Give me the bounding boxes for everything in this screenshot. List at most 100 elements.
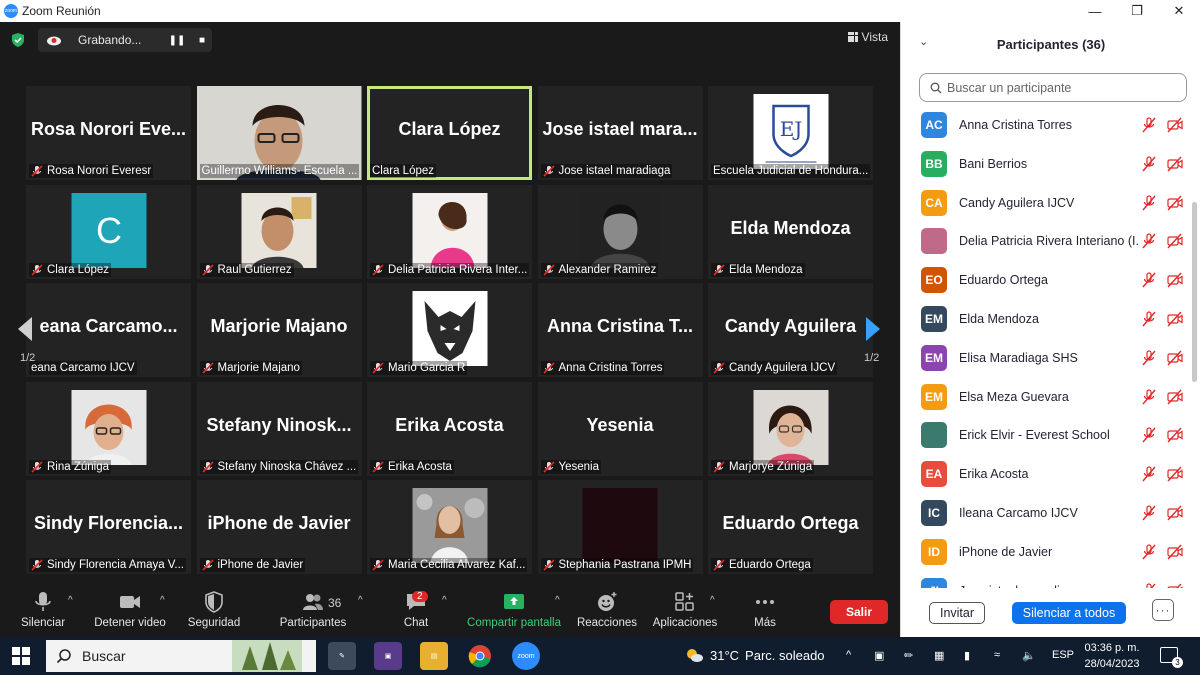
taskbar-search-box[interactable]: Buscar [46,640,316,672]
participant-video-tile[interactable]: Maria Cecilia Alvarez Kaf... [367,480,532,574]
participant-list-item[interactable]: BB Bani Berrios [921,149,1189,179]
participant-video-tile[interactable]: Delia Patricia Rivera Inter... [367,184,532,279]
participant-list-item[interactable]: EM Elsa Meza Guevara [921,382,1189,412]
tray-expand-icon[interactable]: ^ [846,649,851,661]
audio-options-caret-icon[interactable]: ^ [68,595,73,606]
participant-video-tile[interactable]: Rina Zúniga [26,381,191,476]
view-button[interactable]: Vista [847,30,888,44]
muted-mic-icon[interactable] [1141,582,1157,588]
muted-mic-icon[interactable] [1141,233,1157,249]
video-off-icon[interactable] [1167,272,1183,288]
share-screen-button[interactable]: Compartir pantalla [464,591,564,635]
video-off-icon[interactable] [1167,505,1183,521]
video-off-icon[interactable] [1167,117,1183,133]
participant-video-tile[interactable]: Anna Cristina T... Anna Cristina Torres [537,283,703,377]
muted-mic-icon[interactable] [1141,194,1157,211]
windows-start-icon[interactable] [12,647,30,665]
participant-list-scrollbar[interactable] [1192,202,1197,382]
video-off-icon[interactable] [1167,195,1183,211]
participant-video-tile[interactable]: EJ Escuela Judicial de Hondura... [708,86,873,180]
participant-video-tile[interactable]: iPhone de Javier iPhone de Javier [196,480,362,574]
chat-button[interactable]: 2 Chat [398,591,434,635]
participant-video-tile[interactable]: Clara López Clara López [367,86,532,180]
mute-all-button[interactable]: Silenciar a todos [1012,602,1126,624]
participant-video-tile[interactable]: Sindy Florencia... Sindy Florencia Amaya … [26,480,191,574]
muted-mic-icon[interactable] [1141,311,1157,327]
participant-video-tile[interactable]: Marjorye Zúniga [708,381,873,476]
muted-mic-icon[interactable] [1141,427,1157,443]
participant-video-tile[interactable]: eana Carcamo... eana Carcamo IJCV [26,283,191,377]
video-off-icon[interactable] [1167,233,1183,249]
participant-list-item[interactable]: Erick Elvir - Everest School [921,420,1189,450]
leave-meeting-button[interactable]: Salir [830,600,888,624]
participant-list-item[interactable]: JI Jose istael maradiaga [921,576,1189,588]
stop-video-button[interactable]: Detener video [92,591,168,635]
taskbar-app-zoom-icon[interactable]: zoom [512,642,540,670]
tray-wifi-icon[interactable]: ≈ [994,649,1000,661]
muted-mic-icon[interactable] [1141,272,1157,288]
more-button[interactable]: Más [750,591,780,635]
taskbar-app-file-explorer-icon[interactable]: ▤ [420,642,448,670]
participant-list-item[interactable]: EA Erika Acosta [921,459,1189,489]
participant-list-item[interactable]: EO Eduardo Ortega [921,265,1189,295]
muted-mic-icon[interactable] [1141,466,1157,482]
participant-video-tile[interactable]: Raul Gutierrez [196,184,362,279]
participant-video-tile[interactable]: Mario Garcia R [367,283,532,377]
video-off-icon[interactable] [1167,389,1183,405]
close-icon[interactable]: ✕ [1158,0,1200,22]
muted-mic-icon[interactable] [1141,544,1157,560]
taskbar-clock[interactable]: 03:36 p. m. 28/04/2023 [1082,640,1142,672]
video-options-caret-icon[interactable]: ^ [160,595,165,606]
participant-video-tile[interactable]: C Clara López [26,184,191,279]
participant-list-item[interactable]: IC Ileana Carcamo IJCV [921,498,1189,528]
maximize-icon[interactable]: ❐ [1116,0,1158,22]
video-off-icon[interactable] [1167,466,1183,482]
muted-mic-icon[interactable] [1141,350,1157,366]
video-off-icon[interactable] [1167,350,1183,366]
video-off-icon[interactable] [1167,427,1183,443]
video-off-icon[interactable] [1167,156,1183,172]
chat-caret-icon[interactable]: ^ [442,595,447,606]
share-caret-icon[interactable]: ^ [555,595,560,606]
invite-button[interactable]: Invitar [929,602,985,624]
participant-video-tile[interactable]: Elda Mendoza Elda Mendoza [708,184,873,279]
participant-video-tile[interactable]: Guillermo Williams- Escuela ... [196,86,362,180]
taskbar-app-chrome-icon[interactable] [466,642,494,670]
video-off-icon[interactable] [1167,583,1183,588]
participant-video-tile[interactable]: Jose istael mara... Jose istael maradiaga [537,86,703,180]
participants-caret-icon[interactable]: ^ [358,595,363,606]
participant-video-tile[interactable]: Stefany Ninosk... Stefany Ninoska Chávez … [196,381,362,476]
participant-list-item[interactable]: EM Elda Mendoza [921,304,1189,334]
minimize-icon[interactable]: — [1074,0,1116,22]
muted-mic-icon[interactable] [1141,156,1157,172]
participant-list-item[interactable]: EM Elisa Maradiaga SHS [921,343,1189,373]
stop-recording-button[interactable]: ■ [193,31,211,49]
mute-button[interactable]: Silenciar [20,591,66,635]
tray-volume-icon[interactable]: 🔈 [1022,649,1036,662]
notifications-icon[interactable]: 3 [1160,647,1183,668]
taskbar-weather[interactable]: 31°C Parc. soleado [684,647,825,663]
participant-video-tile[interactable]: Stephania Pastrana IPMH [537,480,703,574]
tray-camera-icon[interactable]: ▣ [874,649,884,662]
muted-mic-icon[interactable] [1141,505,1157,521]
participant-list-item[interactable]: AC Anna Cristina Torres [921,110,1189,140]
participant-list-item[interactable]: CA Candy Aguilera IJCV [921,188,1189,218]
tray-battery-icon[interactable]: ▮ [964,649,970,662]
apps-caret-icon[interactable]: ^ [710,595,715,606]
muted-mic-icon[interactable] [1141,388,1157,405]
tray-pen-icon[interactable]: ✏ [904,649,913,662]
participant-list-item[interactable]: ID iPhone de Javier [921,537,1189,567]
tray-recording-icon[interactable]: ▦ [934,649,944,662]
participant-list-item[interactable]: Delia Patricia Rivera Interiano (I... [921,226,1189,256]
participant-video-tile[interactable]: Candy Aguilera Candy Aguilera IJCV [708,283,873,377]
participant-video-tile[interactable]: Yesenia Yesenia [537,381,703,476]
taskbar-app-paint-icon[interactable]: ✎ [328,642,356,670]
tray-language[interactable]: ESP [1052,649,1074,661]
participant-search-input[interactable]: Buscar un participante [919,73,1187,102]
taskbar-app-office-icon[interactable]: ▣ [374,642,402,670]
muted-mic-icon[interactable] [1141,117,1157,133]
participant-video-tile[interactable]: Rosa Norori Eve... Rosa Norori Everesr [26,86,191,180]
video-off-icon[interactable] [1167,311,1183,327]
security-button[interactable]: Seguridad [186,591,242,635]
panel-more-button[interactable]: ··· [1152,599,1174,621]
